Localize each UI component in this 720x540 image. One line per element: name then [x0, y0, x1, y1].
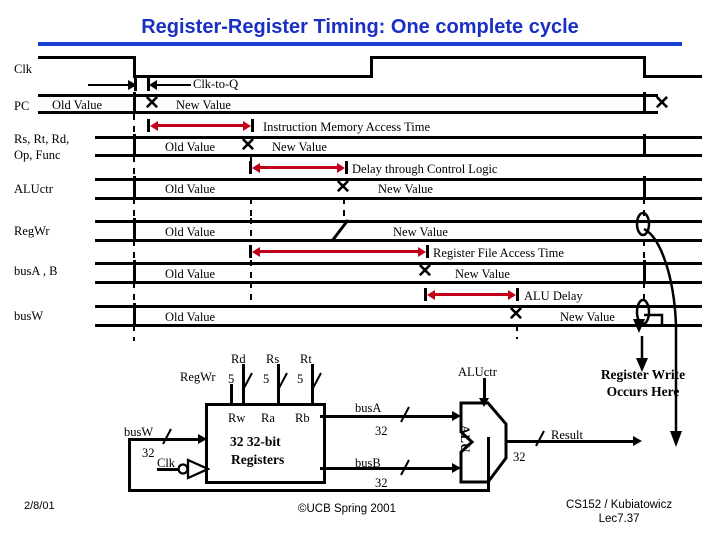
regfile-port-rw-label: Rw [228, 411, 246, 425]
footer-credit: CS152 / Kubiatowicz Lec7.37 [566, 498, 672, 526]
aluctr-arrow-icon [479, 398, 489, 407]
aluctr-new-value: New Value [378, 182, 433, 196]
footer-credit-line1: CS152 / Kubiatowicz [566, 499, 673, 511]
row-label-busab: busA , B [14, 264, 58, 278]
rd-width-label: 5 [228, 372, 235, 386]
row-label-instr-fields-line2: Op, Func [14, 148, 61, 162]
row-label-instr-fields-line1: Rs, Rt, Rd, [14, 132, 70, 146]
pc-transition-x-icon-end: ✕ [654, 93, 670, 114]
regfile-port-rb-label: Rb [295, 411, 310, 425]
instr-transition-x-icon: ✕ [240, 135, 256, 156]
row-label-clk: Clk [14, 62, 33, 76]
rs-width-label: 5 [263, 372, 270, 386]
annotation-alu-delay: ALU Delay [524, 289, 583, 303]
instr-new-value: New Value [272, 140, 327, 154]
regwr-pin-line [230, 384, 233, 404]
datapath-clk-label: Clk [157, 456, 176, 470]
busab-new-value: New Value [455, 267, 510, 281]
pc-transition-x-icon: ✕ [144, 93, 160, 114]
busw-input-arrow-icon [198, 434, 207, 444]
aluctr-old-value: Old Value [165, 182, 216, 196]
datapath-rs-label: Rs [266, 352, 280, 366]
row-label-regwr: RegWr [14, 224, 50, 238]
busw-width-label: 32 [142, 446, 155, 460]
page-title: Register-Register Timing: One complete c… [141, 16, 579, 38]
busw-slash-icon [162, 428, 172, 445]
datapath-regwr-label: RegWr [180, 370, 216, 384]
result-width-label: 32 [513, 450, 526, 464]
datapath-result-label: Result [551, 428, 583, 442]
rwoh-line2: Occurs Here [606, 384, 680, 399]
row-label-aluctr: ALUctr [14, 182, 53, 196]
pc-old-value: Old Value [52, 98, 103, 112]
busb-line [320, 467, 455, 470]
regfile-title-line1: 32 32-bit [230, 434, 281, 449]
clock-edge-guide-left-3 [133, 282, 135, 304]
annotation-control-logic-delay: Delay through Control Logic [352, 162, 498, 176]
clk-inverter-icon [178, 458, 210, 480]
footer-copyright: ©UCB Spring 2001 [298, 503, 396, 515]
regwr-rising-edge-icon [330, 219, 350, 242]
title-underline-rule [38, 42, 682, 46]
footer-credit-line2: Lec7.37 [598, 513, 640, 525]
aluctr-transition-x-icon: ✕ [335, 177, 351, 198]
datapath-aluctr-label: ALUctr [458, 365, 497, 379]
regwr-old-value: Old Value [165, 225, 216, 239]
datapath-rt-label: Rt [300, 352, 312, 366]
clock-edge-guide-left [133, 198, 135, 220]
rwoh-line1: Register Write [600, 367, 686, 382]
datapath-busb-label: busB [355, 456, 381, 470]
busab-old-value: Old Value [165, 267, 216, 281]
regwr-new-value: New Value [393, 225, 448, 239]
regfile-title-line2: Registers [231, 452, 285, 467]
regfile-port-ra-label: Ra [261, 411, 275, 425]
datapath-busa-label: busA [355, 401, 382, 415]
busa-width-label: 32 [375, 424, 388, 438]
rt-width-label: 5 [297, 372, 304, 386]
busw-new-value: New Value [560, 310, 615, 324]
slide-root: Register-Register Timing: One complete c… [0, 0, 720, 540]
busb-width-label: 32 [375, 476, 388, 490]
result-arrow-icon [633, 436, 642, 446]
row-label-busw: busW [14, 309, 44, 323]
annotation-imem-access-time: Instruction Memory Access Time [263, 120, 431, 134]
busw-old-value: Old Value [165, 310, 216, 324]
instr-old-value: Old Value [165, 140, 216, 154]
busab-transition-x-icon: ✕ [417, 261, 433, 282]
busw-transition-x-icon: ✕ [508, 304, 524, 325]
annotation-clk-to-q: Clk-to-Q [193, 77, 239, 91]
alu-label: ALU [458, 425, 473, 453]
annotation-regfile-access-time: Register File Access Time [433, 246, 564, 260]
footer-date: 2/8/01 [24, 500, 55, 512]
register-write-occurs-here-note: Register Write Occurs Here [578, 366, 708, 400]
busa-line [320, 415, 455, 418]
pc-new-value: New Value [176, 98, 231, 112]
busw-feedback-vertical [128, 438, 131, 492]
clock-edge-guide-left-4 [133, 325, 135, 341]
datapath-rd-label: Rd [231, 352, 246, 366]
result-slash-icon [535, 430, 545, 447]
clock-edge-guide-left-2 [133, 240, 135, 262]
busw-feedback-horizontal [128, 489, 490, 492]
row-label-pc: PC [14, 99, 30, 113]
